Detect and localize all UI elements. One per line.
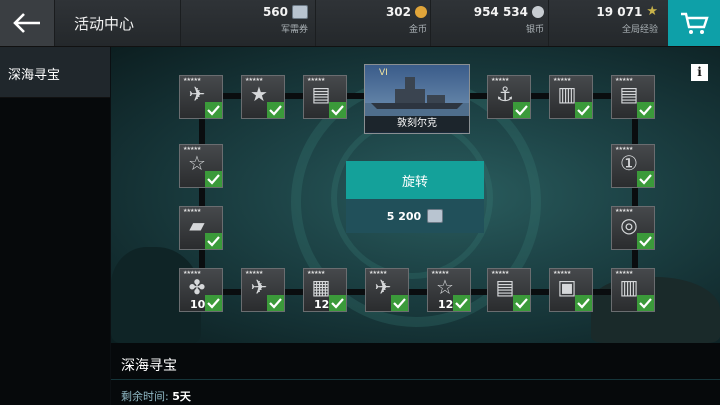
- reward-tile[interactable]: ★★★★★ ✈: [241, 268, 285, 312]
- reward-tile[interactable]: ★★★★★ ☆: [179, 144, 223, 188]
- currency-silver[interactable]: 954 534 银币: [474, 5, 544, 35]
- tier-badge: VI: [379, 68, 388, 78]
- reward-tile[interactable]: ★★★★★ ▤: [487, 268, 531, 312]
- reward-tile[interactable]: ★★★★★ ①: [611, 144, 655, 188]
- spin-button[interactable]: 旋转: [346, 161, 484, 199]
- divider: [548, 0, 549, 46]
- shop-cart-button[interactable]: [668, 0, 720, 46]
- reward-tile[interactable]: ★★★★★ ▦ 12: [303, 268, 347, 312]
- gold-coin-icon: [415, 6, 427, 18]
- treasure-board: ★★★★★ ✈ ★★★★★ ★ ★★★★★ ▤ ★★★★★ ⚓ ★★★★★ ▥ ★★★★★ ▤ ★★★★…: [111, 47, 720, 343]
- spin-cost: 5 200: [346, 199, 484, 233]
- silver-coin-icon: [532, 6, 544, 18]
- reward-tile[interactable]: ★★★★★ ★: [241, 75, 285, 119]
- grand-prize-tile[interactable]: VI 敦刻尔克: [364, 64, 470, 134]
- claimed-check-icon: [205, 171, 222, 187]
- claimed-check-icon: [513, 295, 530, 311]
- claimed-check-icon: [513, 102, 530, 118]
- divider: [315, 0, 316, 46]
- claimed-check-icon: [205, 233, 222, 249]
- sidebar-item-deep-sea-treasure[interactable]: 深海寻宝: [0, 47, 110, 98]
- reward-tile[interactable]: ★★★★★ ✈: [179, 75, 223, 119]
- reward-tile[interactable]: ★★★★★ ▤: [611, 75, 655, 119]
- grand-prize-name: 敦刻尔克: [365, 116, 469, 132]
- page-title: 活动中心: [74, 15, 135, 33]
- currency-gold[interactable]: 302 金币: [386, 5, 427, 35]
- board-path: [199, 93, 205, 293]
- cart-icon: [681, 12, 709, 34]
- remaining-time: 剩余时间: 5天: [121, 390, 191, 403]
- claimed-check-icon: [637, 233, 654, 249]
- back-arrow-icon: [13, 13, 40, 33]
- star-exp-icon: ★: [646, 4, 658, 19]
- divider: [430, 0, 431, 46]
- reward-tile[interactable]: ★★★★★ ▰: [179, 206, 223, 250]
- claimed-check-icon: [267, 295, 284, 311]
- claimed-check-icon: [205, 102, 222, 118]
- currency-experience[interactable]: 19 071 ★ 全局经验: [596, 5, 658, 35]
- divider: [111, 379, 720, 380]
- reward-tile[interactable]: ★★★★★ ▤: [303, 75, 347, 119]
- top-bar: 活动中心 560 军需券 302 金币 954 534 银币 19 071 ★ …: [0, 0, 720, 47]
- divider: [180, 0, 181, 46]
- tile-count: 12: [438, 298, 454, 311]
- reward-tile[interactable]: ★★★★★ ▥: [549, 75, 593, 119]
- claimed-check-icon: [575, 295, 592, 311]
- claimed-check-icon: [453, 295, 470, 311]
- event-title: 深海寻宝: [121, 358, 177, 374]
- reward-tile[interactable]: ★★★★★ ⚓: [487, 75, 531, 119]
- claimed-check-icon: [575, 102, 592, 118]
- reward-tile[interactable]: ★★★★★ ✤ 10: [179, 268, 223, 312]
- reward-tile[interactable]: ★★★★★ ◎: [611, 206, 655, 250]
- currency-voucher[interactable]: 560 军需券: [263, 5, 308, 35]
- claimed-check-icon: [391, 295, 408, 311]
- reward-tile[interactable]: ★★★★★ ▣: [549, 268, 593, 312]
- sidebar: 深海寻宝: [0, 47, 110, 405]
- claimed-check-icon: [205, 295, 222, 311]
- claimed-check-icon: [637, 171, 654, 187]
- event-footer: 深海寻宝 剩余时间: 5天: [111, 343, 720, 405]
- voucher-icon: [427, 209, 444, 223]
- claimed-check-icon: [637, 295, 654, 311]
- spin-panel: 旋转 5 200: [346, 161, 484, 233]
- claimed-check-icon: [267, 102, 284, 118]
- tile-count: 10: [190, 298, 206, 311]
- reward-tile[interactable]: ★★★★★ ▥: [611, 268, 655, 312]
- claimed-check-icon: [329, 102, 346, 118]
- info-button[interactable]: i: [691, 64, 708, 81]
- tile-count: 12: [314, 298, 330, 311]
- voucher-icon: [292, 5, 308, 19]
- reward-tile[interactable]: ★★★★★ ☆ 12: [427, 268, 471, 312]
- reward-tile[interactable]: ★★★★★ ✈: [365, 268, 409, 312]
- claimed-check-icon: [637, 102, 654, 118]
- back-button[interactable]: [0, 0, 55, 46]
- board-path: [632, 93, 638, 293]
- claimed-check-icon: [329, 295, 346, 311]
